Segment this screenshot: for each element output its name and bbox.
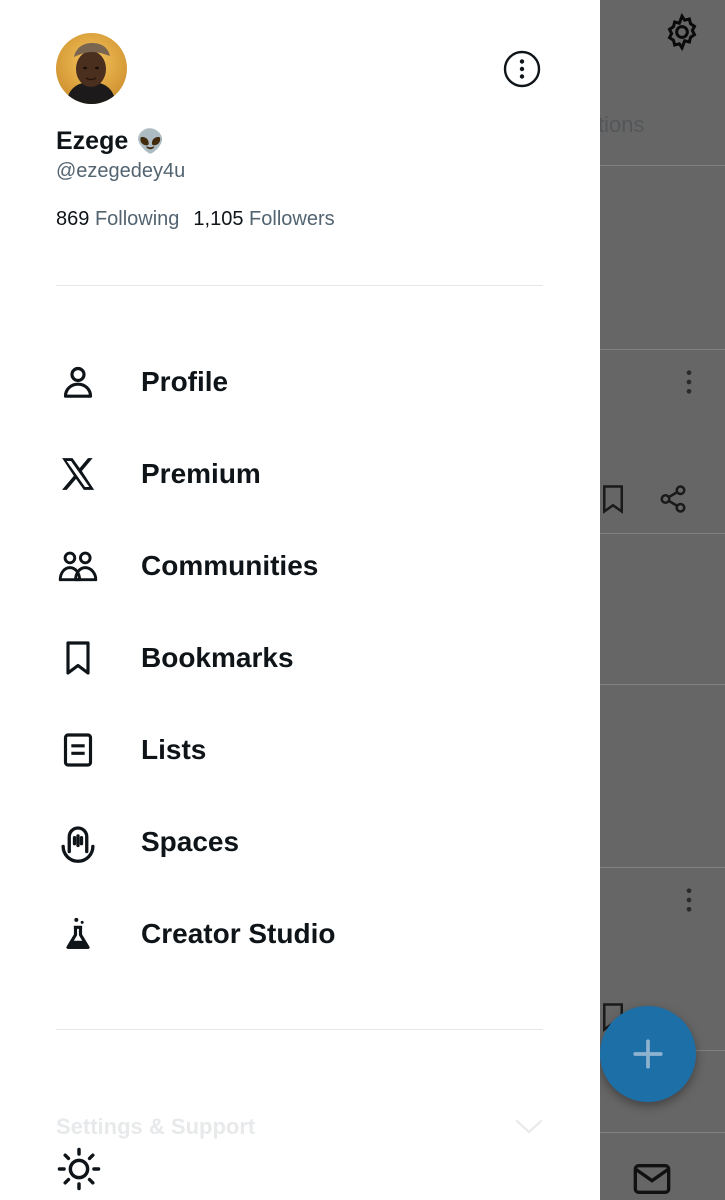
following-count: 869 bbox=[56, 208, 90, 230]
avatar[interactable] bbox=[56, 33, 127, 104]
bg-separator bbox=[600, 867, 725, 868]
menu-item-spaces[interactable]: Spaces bbox=[56, 812, 576, 872]
followers-count: 1,105 bbox=[193, 208, 244, 230]
side-drawer: Ezege 👽 @ezegedey4u 869 Following 1,105 … bbox=[0, 0, 600, 1200]
alien-emoji: 👽 bbox=[136, 128, 165, 154]
sun-display-theme-icon[interactable] bbox=[56, 1146, 102, 1192]
bookmark-icon bbox=[56, 636, 100, 680]
menu-item-label: Communities bbox=[141, 550, 319, 581]
avatar-photo bbox=[56, 33, 127, 104]
communities-icon bbox=[56, 544, 100, 588]
menu-item-label: Lists bbox=[141, 734, 207, 765]
menu-item-label: Spaces bbox=[141, 826, 240, 857]
following-link[interactable]: 869 Following bbox=[56, 208, 179, 231]
menu-item-label: Creator Studio bbox=[141, 918, 336, 949]
following-label: Following bbox=[94, 208, 180, 230]
post-bookmark-icon[interactable] bbox=[600, 484, 626, 514]
display-name-text: Ezege bbox=[56, 127, 129, 155]
bg-separator bbox=[600, 684, 725, 685]
plus-icon bbox=[633, 1039, 663, 1069]
menu-item-label: Profile bbox=[141, 366, 229, 397]
menu-item-creator-studio[interactable]: Creator Studio bbox=[56, 904, 576, 964]
post-share-icon[interactable] bbox=[658, 484, 688, 514]
follow-stats: 869 Following 1,105 Followers bbox=[56, 208, 335, 231]
x-logo-icon bbox=[56, 452, 100, 496]
compose-post-button[interactable] bbox=[600, 1006, 696, 1102]
flask-icon bbox=[56, 912, 100, 956]
divider bbox=[56, 285, 543, 286]
post-more-icon[interactable] bbox=[680, 368, 698, 396]
menu-item-profile[interactable]: Profile bbox=[56, 352, 576, 412]
chevron-down-icon bbox=[515, 1119, 543, 1134]
person-icon bbox=[56, 360, 100, 404]
bg-separator bbox=[600, 165, 725, 166]
menu-item-label: Bookmarks bbox=[141, 642, 294, 673]
bg-separator bbox=[600, 1132, 725, 1133]
bg-separator bbox=[600, 349, 725, 350]
settings-support-label: Settings & Support bbox=[56, 1114, 256, 1139]
menu-item-premium[interactable]: Premium bbox=[56, 444, 576, 504]
post-more-icon[interactable] bbox=[680, 886, 698, 914]
user-handle[interactable]: @ezegedey4u bbox=[56, 160, 185, 183]
spaces-icon bbox=[56, 820, 100, 864]
display-name[interactable]: Ezege 👽 bbox=[56, 127, 165, 156]
menu-item-bookmarks[interactable]: Bookmarks bbox=[56, 628, 576, 688]
account-options-icon[interactable] bbox=[502, 49, 542, 89]
menu-item-lists[interactable]: Lists bbox=[56, 720, 576, 780]
list-icon bbox=[56, 728, 100, 772]
messages-envelope-icon[interactable] bbox=[632, 1162, 672, 1196]
menu-item-label: Premium bbox=[141, 458, 261, 489]
menu-item-communities[interactable]: Communities bbox=[56, 536, 576, 596]
followers-label: Followers bbox=[249, 208, 335, 230]
divider bbox=[56, 1029, 543, 1030]
bg-separator bbox=[600, 533, 725, 534]
followers-link[interactable]: 1,105 Followers bbox=[193, 208, 334, 231]
settings-support-toggle[interactable]: Settings & Support bbox=[56, 1110, 543, 1144]
